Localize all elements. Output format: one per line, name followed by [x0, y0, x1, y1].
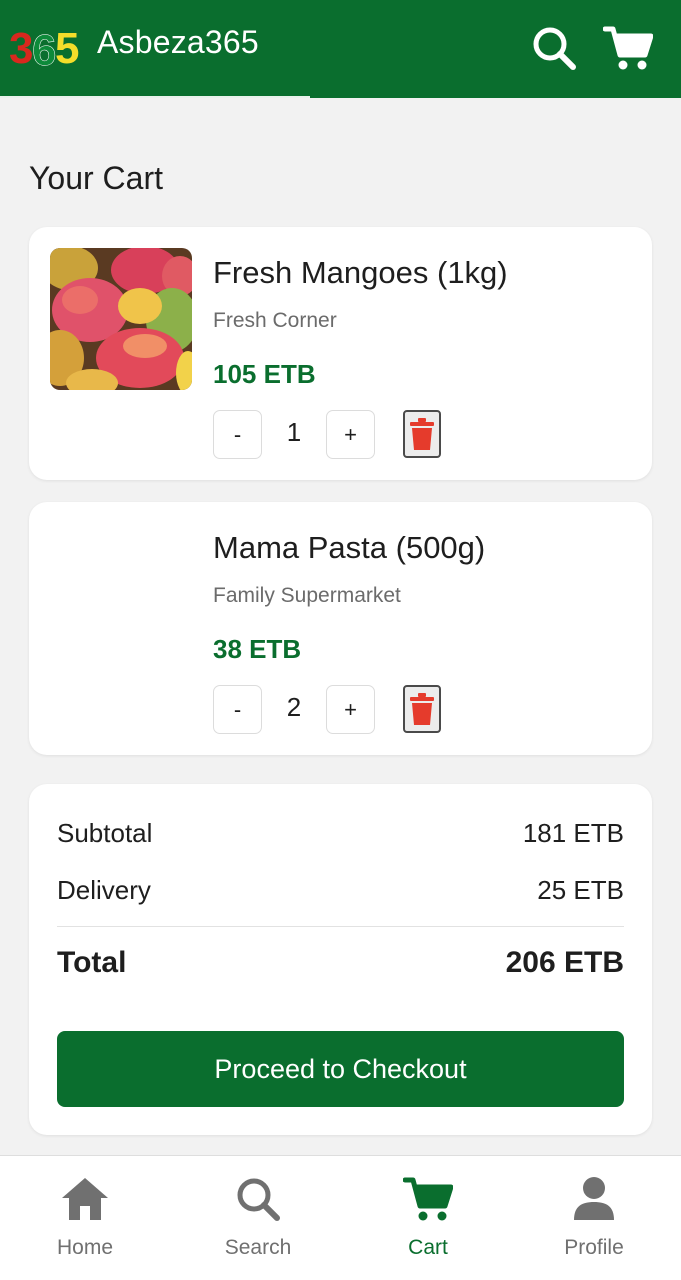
cart-icon — [403, 1177, 453, 1221]
subtotal-label: Subtotal — [57, 818, 153, 848]
total-value: 206 ETB — [505, 946, 624, 979]
header-underline — [0, 96, 310, 98]
summary-divider — [57, 926, 624, 927]
quantity-value: 1 — [286, 417, 302, 447]
increase-quantity-button[interactable]: + — [326, 410, 375, 459]
nav-profile-label: Profile — [564, 1236, 624, 1259]
nav-cart[interactable]: Cart — [377, 1156, 479, 1280]
cart-item: Mama Pasta (500g) Family Supermarket 38 … — [29, 502, 652, 755]
app-logo[interactable]: 3 6 5 — [8, 14, 90, 80]
trash-icon — [410, 418, 434, 450]
item-store: Fresh Corner — [213, 309, 337, 332]
nav-profile[interactable]: Profile — [543, 1156, 645, 1280]
item-name: Fresh Mangoes (1kg) — [213, 255, 508, 290]
nav-cart-label: Cart — [408, 1236, 448, 1259]
product-image-mangoes[interactable] — [50, 248, 192, 390]
increase-quantity-button[interactable]: + — [326, 685, 375, 734]
quantity-value: 2 — [286, 692, 302, 722]
home-icon — [62, 1178, 108, 1220]
brand-title: Asbeza365 — [97, 24, 259, 60]
header-search-button[interactable] — [528, 22, 580, 74]
search-icon — [533, 27, 576, 70]
app-header: 3 6 5 Asbeza365 — [0, 0, 681, 98]
svg-text:5: 5 — [55, 24, 79, 71]
page-title: Your Cart — [29, 160, 163, 196]
item-store: Family Supermarket — [213, 584, 401, 607]
remove-item-button[interactable] — [403, 685, 441, 733]
delivery-value: 25 ETB — [537, 875, 624, 905]
nav-search[interactable]: Search — [207, 1156, 309, 1280]
product-image-pasta[interactable] — [50, 523, 192, 665]
logo-365-graphic: 3 6 5 — [9, 24, 79, 71]
header-cart-button[interactable] — [602, 22, 654, 74]
item-price: 105 ETB — [213, 359, 316, 389]
total-label: Total — [57, 946, 127, 979]
search-icon — [237, 1178, 280, 1221]
nav-search-label: Search — [224, 1236, 292, 1259]
bottom-navigation: Home Search Cart Profile — [0, 1155, 681, 1280]
order-summary: Subtotal 181 ETB Delivery 25 ETB Total 2… — [29, 784, 652, 1135]
svg-text:3: 3 — [9, 24, 33, 71]
decrease-quantity-button[interactable]: - — [213, 685, 262, 734]
item-name: Mama Pasta (500g) — [213, 530, 486, 565]
remove-item-button[interactable] — [403, 410, 441, 458]
profile-icon — [574, 1177, 614, 1220]
nav-home[interactable]: Home — [34, 1156, 136, 1280]
nav-home-label: Home — [56, 1236, 114, 1259]
svg-text:6: 6 — [32, 26, 56, 71]
item-price: 38 ETB — [213, 634, 302, 664]
decrease-quantity-button[interactable]: - — [213, 410, 262, 459]
mangoes-photo — [50, 248, 192, 390]
cart-icon — [603, 26, 653, 70]
delivery-label: Delivery — [57, 875, 151, 905]
proceed-to-checkout-button[interactable]: Proceed to Checkout — [57, 1031, 624, 1107]
trash-icon — [410, 693, 434, 725]
cart-item: Fresh Mangoes (1kg) Fresh Corner 105 ETB… — [29, 227, 652, 480]
subtotal-value: 181 ETB — [522, 818, 624, 848]
